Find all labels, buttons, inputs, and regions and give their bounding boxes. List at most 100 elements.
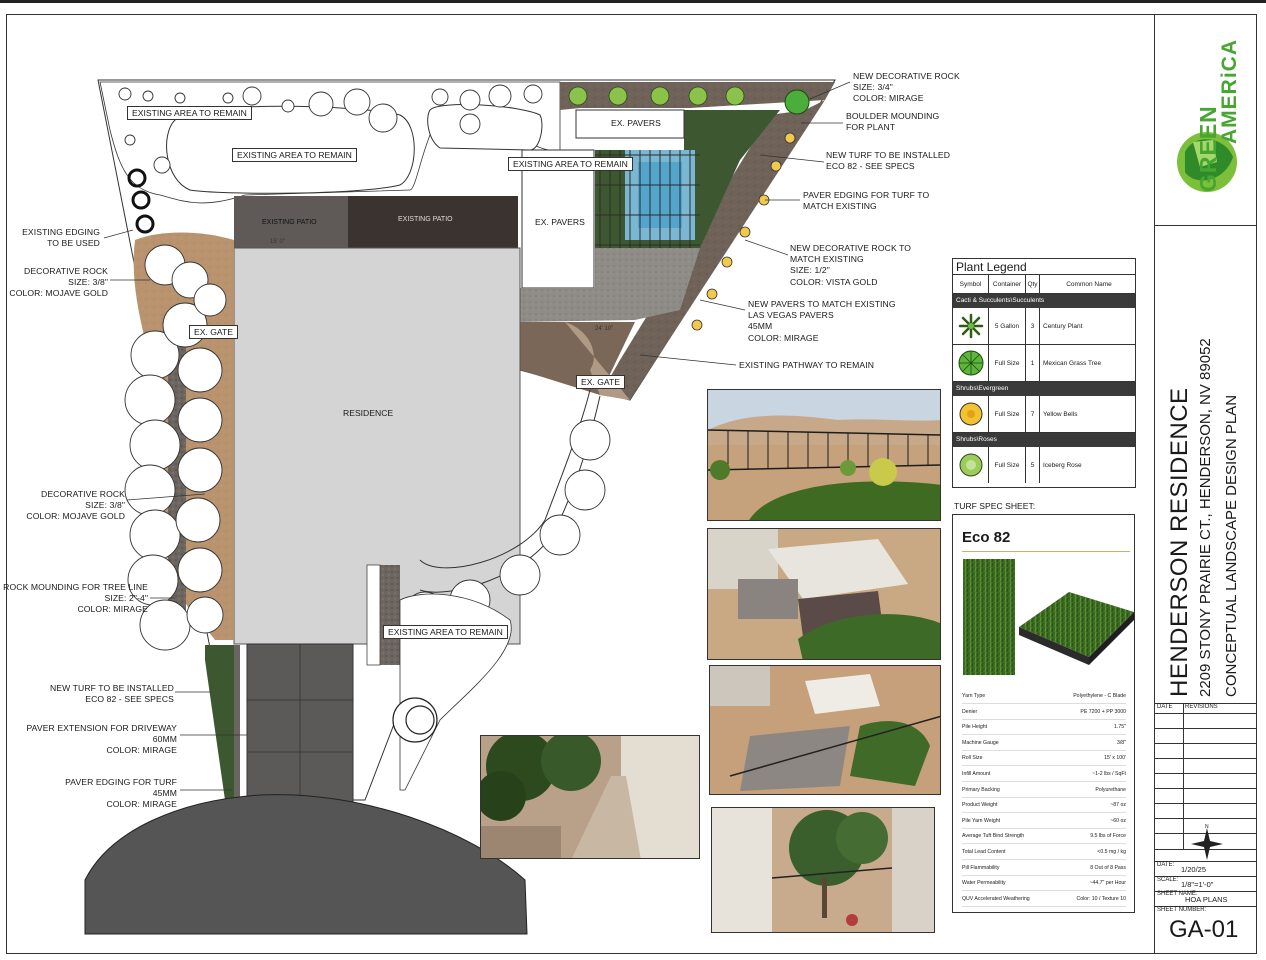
revision-row-line <box>1155 803 1256 804</box>
legend-row: Full Size 1 Mexican Grass Tree <box>953 345 1135 382</box>
ex-gate-label-2: EX. GATE <box>576 375 625 389</box>
callout-boulder-mounding: BOULDER MOUNDING FOR PLANT <box>846 111 940 133</box>
legend-title: Plant Legend <box>953 259 1135 275</box>
ex-pavers-label-2: EX. PAVERS <box>535 217 585 227</box>
callout-paver-edging-turf: PAVER EDGING FOR TURF TO MATCH EXISTING <box>803 190 930 212</box>
callout-existing-pathway: EXISTING PATHWAY TO REMAIN <box>739 360 875 370</box>
turf-spec-row: Pill Flammability 8 Out of 8 Pass <box>962 861 1126 876</box>
ex-gate-label-1: EX. GATE <box>189 325 238 339</box>
turf-spec-value: Color: 10 / Texture 10 <box>1076 895 1127 902</box>
legend-header-container: Container <box>989 275 1026 293</box>
turf-spec-key: QUV Accelerated Weathering <box>962 895 1030 902</box>
callout-decorative-rock-2: DECORATIVE ROCK SIZE: 3/8" COLOR: MOJAVE G… <box>26 489 125 522</box>
revision-row-line <box>1155 713 1256 714</box>
legend-container: Full Size <box>989 447 1026 483</box>
callout-existing-edging: EXISTING EDGING TO BE USED <box>22 227 100 249</box>
yellow-bells-icon <box>959 402 982 426</box>
turf-spec-row: Yarn Type Polyethylene - C Blade <box>962 689 1126 704</box>
turf-spec-key: Primary Backing <box>962 786 1000 793</box>
turf-spec-row: Roll Size 15' x 100' <box>962 751 1126 767</box>
legend-qty: 7 <box>1026 396 1040 432</box>
turf-spec-value: 3/8" <box>1116 739 1126 746</box>
turf-spec-row: Machine Gauge 3/8" <box>962 736 1126 751</box>
legend-name: Mexican Grass Tree <box>1043 359 1102 367</box>
sheet-number-value: GA-01 <box>1169 916 1239 943</box>
callout-decorative-rock-vista: NEW DECORATIVE ROCK TO MATCH EXISTING SIZE… <box>790 243 912 287</box>
legend-category: Cacti & Succulents\Succulents <box>953 294 1135 308</box>
turf-spec-row: Total Lead Content <0.5 mg / kg <box>962 845 1126 860</box>
callout-new-turf-west: NEW TURF TO BE INSTALLED ECO 82 - SEE SPE… <box>49 683 174 705</box>
existing-area-label-4: EXISTING AREA TO REMAIN <box>383 625 508 639</box>
existing-area-label-1: EXISTING AREA TO REMAIN <box>127 106 252 120</box>
turf-divider <box>962 551 1130 552</box>
existing-patio-label-1: EXISTING PATIO <box>262 219 317 226</box>
plant-legend: Plant Legend Symbol Container Qty Common… <box>952 258 1136 488</box>
mexican-grass-tree-icon <box>958 350 983 376</box>
turf-spec-row: Product Weight ~87 oz <box>962 798 1126 814</box>
turf-spec-key: Pile Height <box>962 724 988 731</box>
sheet-name-value: HOA PLANS <box>1185 895 1228 904</box>
turf-spec-key: Total Lead Content <box>962 849 1006 855</box>
turf-spec-row: Infill Amount ~1-2 lbs / SqFt <box>962 767 1126 782</box>
turf-spec-key: Pile Yarn Weight <box>962 817 1001 824</box>
turf-spec-key: Product Weight <box>962 802 998 809</box>
sheet-number-key: SHEET NUMBER: <box>1157 907 1207 913</box>
callout-rock-mounding: ROCK MOUNDING FOR TREE LINE SIZE: 2"-4" CO… <box>3 582 148 615</box>
turf-spec-row: Pile Height 1.75" <box>962 720 1126 736</box>
legend-qty: 3 <box>1026 308 1040 344</box>
revision-row-line <box>1155 788 1256 789</box>
turf-spec-value: 15' x 100' <box>1104 755 1126 762</box>
legend-qty: 5 <box>1026 447 1040 483</box>
svg-text:N: N <box>1205 824 1209 830</box>
residence-label: RESIDENCE <box>343 408 394 418</box>
iceberg-rose-icon <box>959 453 982 477</box>
turf-spec-row: Primary Backing Polyurethane <box>962 783 1126 798</box>
legend-container: 5 Gallon <box>989 308 1026 344</box>
revisions-header: REVISIONS <box>1185 704 1218 710</box>
turf-spec-value: 9.5 lbs of Force <box>1090 833 1126 840</box>
callout-paver-edging-west: PAVER EDGING FOR TURF 45MM COLOR: MIRAGE <box>65 777 177 810</box>
revision-row-line <box>1155 773 1256 774</box>
legend-row: Full Size 7 Yellow Bells <box>953 396 1135 433</box>
tb-divider <box>1155 225 1256 226</box>
turf-spec-key: Pill Flammability <box>962 864 1000 871</box>
existing-area-label-3: EXISTING AREA TO REMAIN <box>508 157 633 171</box>
logo-text-america: AMERiCA <box>1218 39 1241 144</box>
revision-row-line <box>1155 743 1256 744</box>
callout-new-pavers: NEW PAVERS TO MATCH EXISTING LAS VEGAS PA… <box>748 299 896 343</box>
turf-spec-key: Water Permeability <box>962 880 1006 887</box>
project-address: 2209 STONY PRAIRIE CT., HENDERSON, NV 89… <box>1197 338 1214 697</box>
turf-spec-label: TURF SPEC SHEET: <box>954 501 1036 511</box>
turf-spec-value: ~44.7" per Hour <box>1089 880 1126 887</box>
legend-container: Full Size <box>989 345 1026 381</box>
turf-spec-value: Polyurethane <box>1095 786 1126 793</box>
legend-header-symbol: Symbol <box>953 275 989 293</box>
render-photo-tree-corner <box>711 807 935 933</box>
turf-spec-value: ~1-2 lbs / SqFt <box>1092 771 1126 777</box>
callout-new-turf: NEW TURF TO BE INSTALLED ECO 82 - SEE SPE… <box>826 150 951 172</box>
turf-spec-value: ~87 oz <box>1110 802 1126 809</box>
callout-decorative-rock-1: DECORATIVE ROCK SIZE: 3/8" COLOR: MOJAVE G… <box>9 266 108 299</box>
turf-sample-image <box>963 559 1134 675</box>
render-photo-side-yard <box>480 735 700 859</box>
legend-container: Full Size <box>989 396 1026 432</box>
render-photo-pergola-1 <box>707 528 941 660</box>
plan-title: CONCEPTUAL LANDSCAPE DESIGN PLAN <box>1223 394 1240 697</box>
turf-spec-value: PE 7200 + PP 3000 <box>1080 708 1126 715</box>
scale-value: 1/8"=1'-0" <box>1181 880 1214 889</box>
project-name: HENDERSON RESIDENCE <box>1166 387 1193 697</box>
date-value: 1/20/25 <box>1181 865 1207 874</box>
turf-spec-value: 1.75" <box>1114 724 1126 731</box>
turf-spec-sheet: Eco 82 Yarn Type Polyethylene - C Blade De… <box>952 514 1135 913</box>
turf-spec-key: Denier <box>962 708 978 715</box>
legend-category: Shrubs\Evergreen <box>953 382 1135 396</box>
revision-row-line <box>1155 818 1256 819</box>
turf-spec-row: Average Tuft Bind Strength 9.5 lbs of For… <box>962 829 1126 845</box>
century-plant-icon <box>958 313 983 339</box>
ex-pavers-label-1: EX. PAVERS <box>611 118 661 128</box>
callout-paver-extension: PAVER EXTENSION FOR DRIVEWAY 60MM COLOR: M… <box>26 723 177 756</box>
callout-new-decorative-rock: NEW DECORATIVE ROCK SIZE: 3/4" COLOR: MIRA… <box>853 71 960 104</box>
legend-name: Century Plant <box>1043 322 1083 330</box>
legend-category: Shrubs\Roses <box>953 433 1135 447</box>
legend-name: Iceberg Rose <box>1043 461 1082 469</box>
